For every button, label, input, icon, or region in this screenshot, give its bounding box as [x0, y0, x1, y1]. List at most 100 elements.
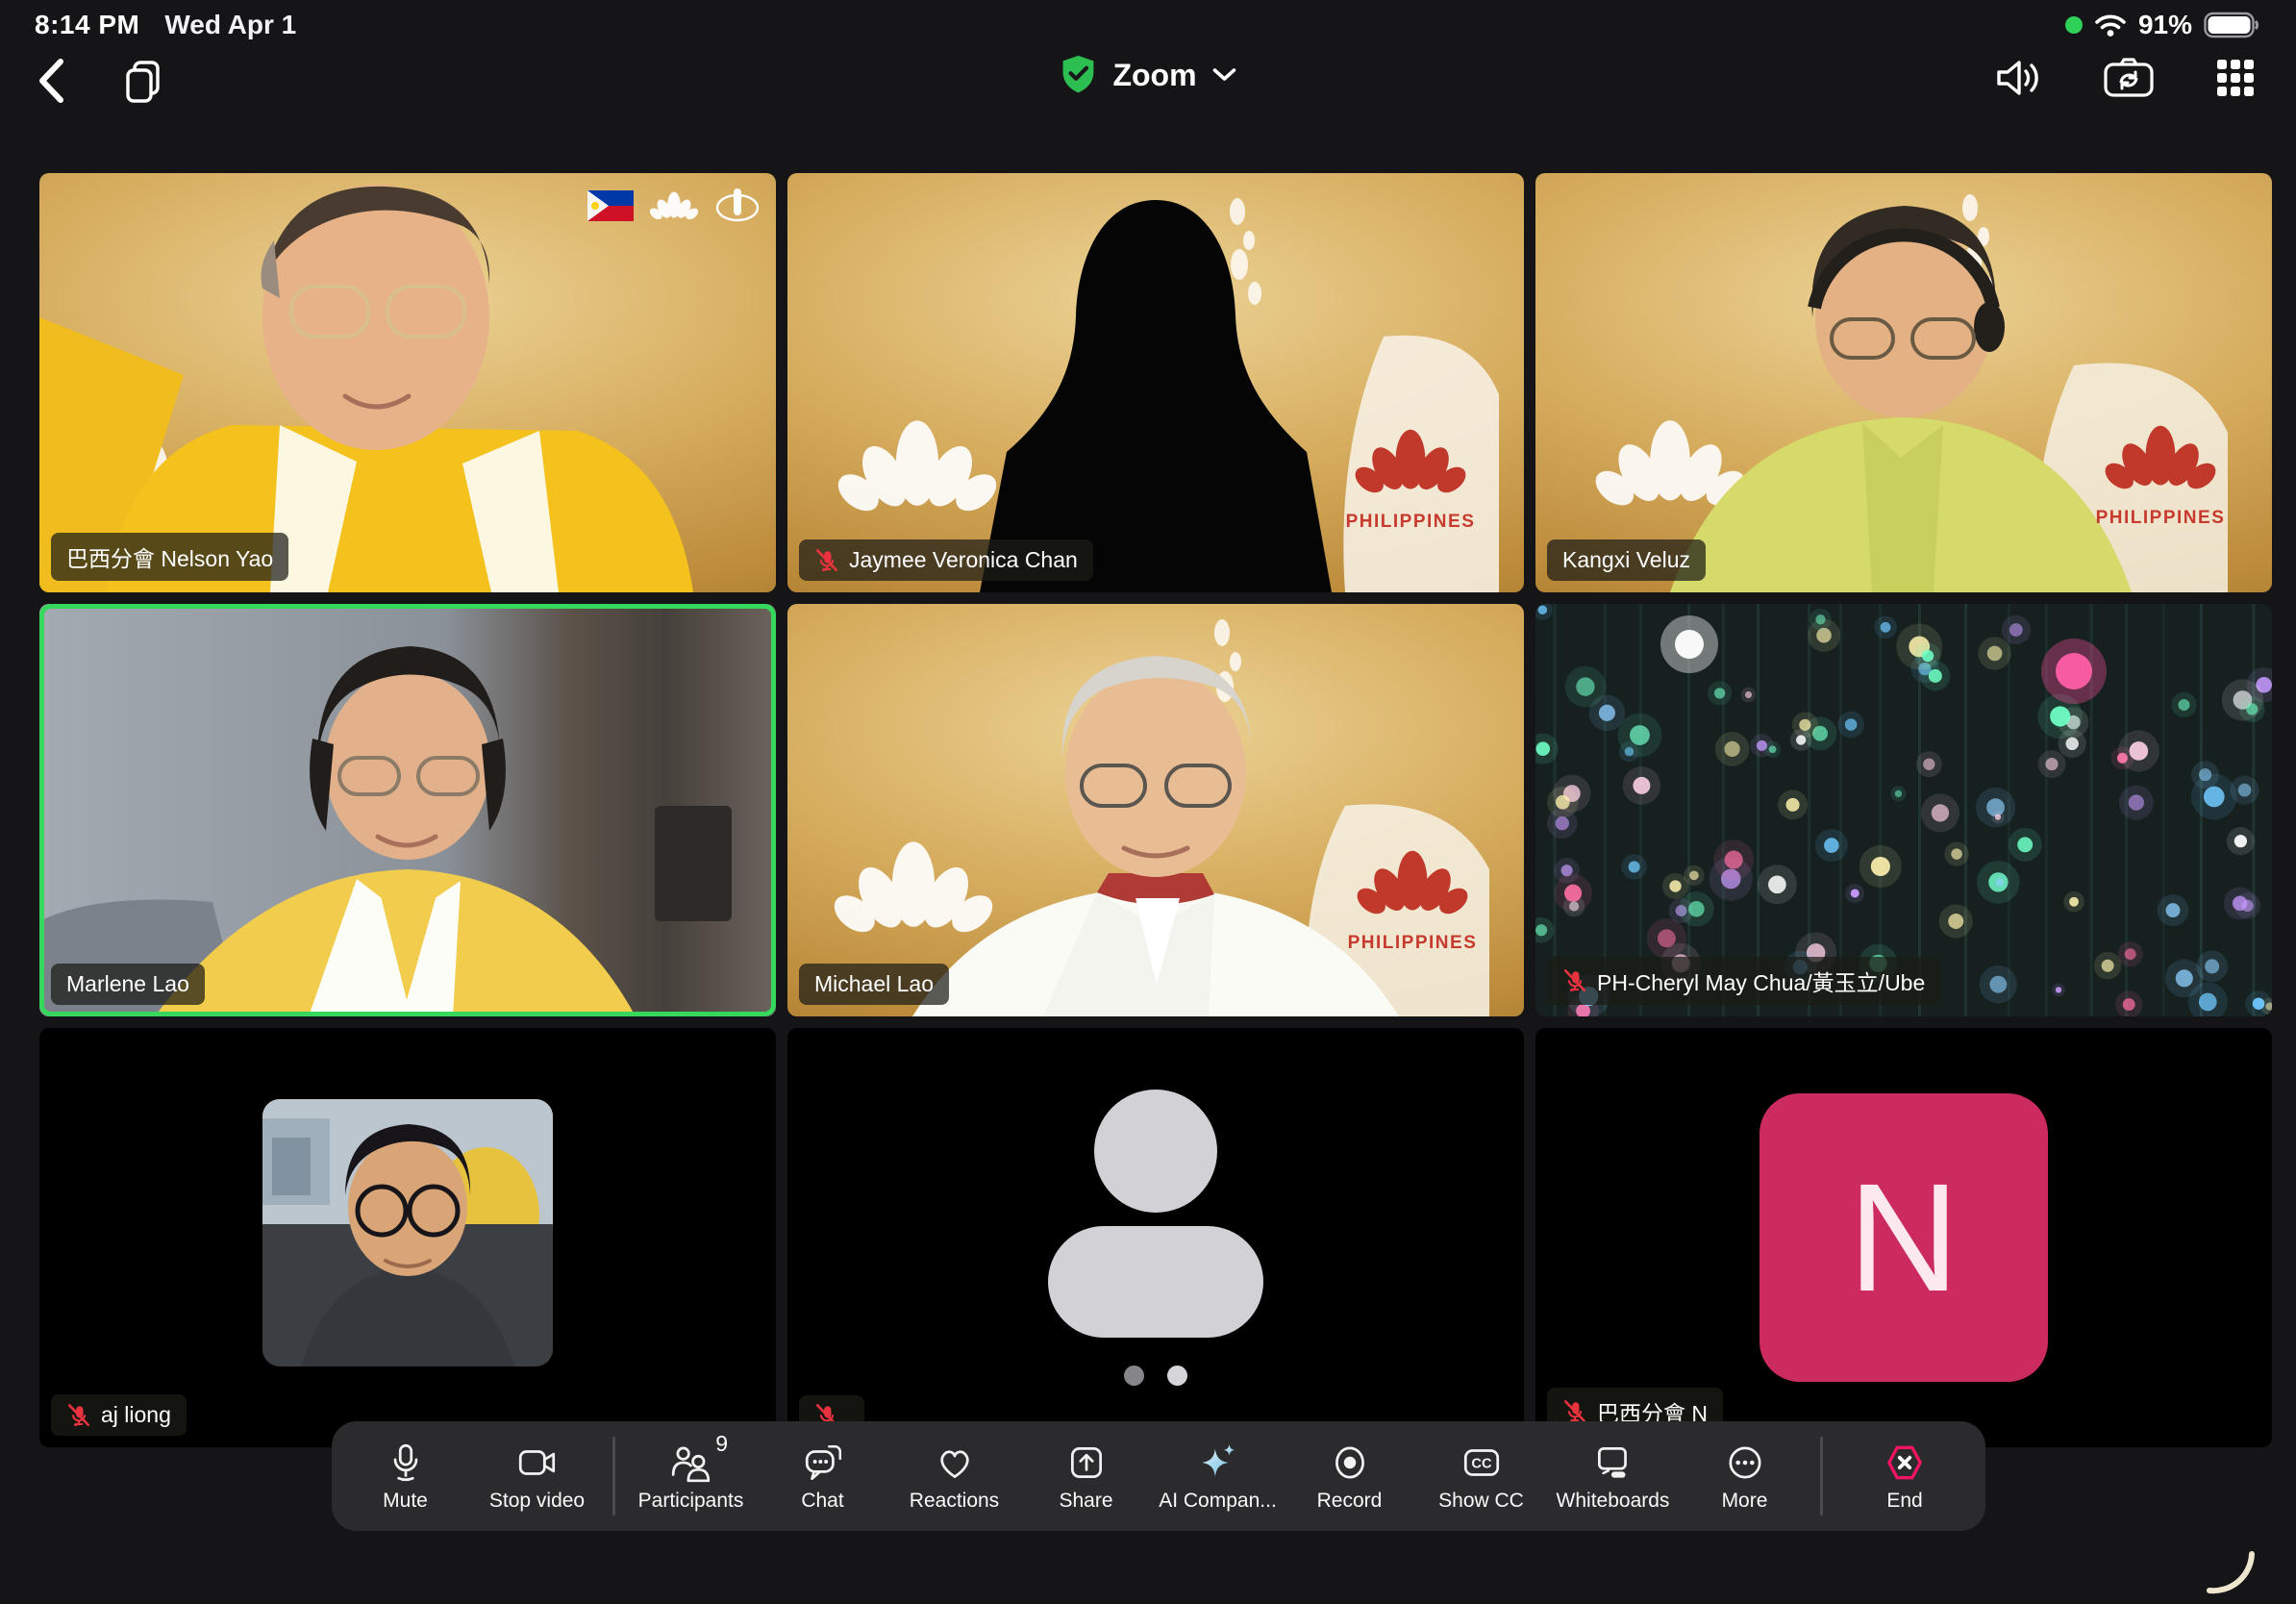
overlapping-windows-icon: [121, 58, 165, 104]
svg-text:CC: CC: [1471, 1456, 1492, 1471]
meeting-top-bar: Zoom: [0, 50, 2296, 112]
toolbar-label: Share: [1059, 1490, 1112, 1513]
record-circle-icon: [1328, 1441, 1372, 1485]
meeting-title: Zoom: [1112, 58, 1196, 93]
participant-name: PH-Cheryl May Chua/黃玉立/Ube: [1597, 965, 1925, 997]
initial-avatar: N: [1759, 1093, 2048, 1382]
toolbar-divider: [1820, 1437, 1823, 1516]
video-tile-marlene-lao[interactable]: Marlene Lao: [39, 604, 776, 1016]
toolbar-label: Mute: [383, 1490, 428, 1513]
participant-name-tag: Jaymee Veronica Chan: [799, 539, 1093, 581]
microphone-icon: [384, 1441, 428, 1485]
toolbar-label: End: [1886, 1490, 1922, 1513]
blia-lotus-logo-icon: [649, 189, 699, 222]
fgs-emblem-icon: [714, 187, 761, 225]
participant-name: aj liong: [101, 1402, 171, 1428]
video-tile-jaymee-chan[interactable]: PHILIPPINES Jaymee Veronica Chan: [787, 173, 1524, 592]
gallery-view-button[interactable]: [2213, 56, 2258, 100]
svg-text:PHILIPPINES: PHILIPPINES: [1348, 933, 1478, 953]
show-cc-button[interactable]: CC Show CC: [1415, 1441, 1547, 1513]
record-button[interactable]: Record: [1284, 1441, 1415, 1513]
end-meeting-button[interactable]: End: [1833, 1441, 1977, 1513]
participant-name-tag: aj liong: [51, 1394, 187, 1436]
philippines-flag-icon: [587, 190, 634, 221]
video-tile-aj-liong[interactable]: aj liong: [39, 1028, 776, 1447]
multitask-windows-button[interactable]: [121, 58, 165, 104]
end-call-hexagon-icon: [1883, 1441, 1927, 1485]
video-tile-michael-lao[interactable]: PHILIPPINES Michael Lao: [787, 604, 1524, 1016]
meeting-toolbar: Mute Stop video 9 Participants: [332, 1421, 1985, 1531]
security-shield-icon: [1059, 54, 1097, 96]
video-grid: 巴西分會 Nelson Yao PHILIPPINES Jaymee Veron…: [39, 173, 2272, 1447]
switch-camera-button[interactable]: [2102, 56, 2156, 100]
video-tile-cheryl-chua[interactable]: PH-Cheryl May Chua/黃玉立/Ube: [1535, 604, 2272, 1016]
mute-button[interactable]: Mute: [339, 1441, 471, 1513]
wifi-icon: [2094, 12, 2127, 38]
participant-video: PHILIPPINES: [787, 173, 1524, 592]
participant-name: Michael Lao: [814, 971, 934, 997]
status-bar: 8:14 PM Wed Apr 1 91%: [0, 8, 2296, 42]
participant-video: PHILIPPINES: [1535, 173, 2272, 592]
toolbar-label: AI Compan...: [1159, 1490, 1277, 1513]
participant-video: [1535, 604, 2272, 1016]
participants-button[interactable]: 9 Participants: [625, 1441, 757, 1513]
share-button[interactable]: Share: [1020, 1441, 1152, 1513]
muted-mic-icon: [1562, 968, 1587, 993]
participant-name-tag: Michael Lao: [799, 964, 949, 1005]
page-dot-1: [1124, 1366, 1144, 1386]
muted-mic-icon: [66, 1403, 91, 1428]
ai-sparkle-icon: [1196, 1441, 1240, 1485]
reactions-button[interactable]: Reactions: [888, 1441, 1020, 1513]
toolbar-label: Stop video: [489, 1490, 585, 1513]
gallery-page-indicator[interactable]: [1124, 1366, 1187, 1386]
person-silhouette-avatar: [1040, 1088, 1271, 1347]
clock-time: 8:14 PM: [35, 10, 139, 40]
muted-mic-icon: [814, 548, 839, 573]
camera-flip-icon: [2102, 56, 2156, 100]
branch-logos: [587, 187, 761, 225]
participants-icon: [669, 1441, 713, 1485]
chevron-left-icon: [35, 56, 67, 106]
toolbar-label: Whiteboards: [1557, 1490, 1670, 1513]
stop-video-button[interactable]: Stop video: [471, 1441, 603, 1513]
meeting-title-menu[interactable]: Zoom: [1059, 54, 1236, 96]
video-tile-unnamed-participant[interactable]: [787, 1028, 1524, 1447]
participant-video: [262, 1099, 553, 1366]
participant-name: Jaymee Veronica Chan: [849, 547, 1078, 573]
chevron-down-icon: [1212, 67, 1237, 83]
participant-video: [39, 173, 776, 592]
toolbar-divider: [612, 1437, 615, 1516]
participant-name-tag: 巴西分會 Nelson Yao: [51, 533, 288, 581]
speaker-output-button[interactable]: [1994, 56, 2044, 100]
grid-view-icon: [2213, 56, 2258, 100]
toolbar-label: Show CC: [1438, 1490, 1524, 1513]
toolbar-label: Chat: [801, 1490, 843, 1513]
closed-captions-icon: CC: [1460, 1441, 1504, 1485]
whiteboards-button[interactable]: Whiteboards: [1547, 1441, 1679, 1513]
more-button[interactable]: More: [1679, 1441, 1810, 1513]
participant-name-tag: Kangxi Veluz: [1547, 539, 1706, 581]
video-camera-icon: [515, 1441, 560, 1485]
video-tile-n-participant[interactable]: N 巴西分會 N: [1535, 1028, 2272, 1447]
toolbar-label: Participants: [638, 1490, 744, 1513]
back-button[interactable]: [35, 56, 67, 106]
ai-companion-button[interactable]: AI Compan...: [1152, 1441, 1284, 1513]
video-tile-nelson-yao[interactable]: 巴西分會 Nelson Yao: [39, 173, 776, 592]
chat-button[interactable]: Chat: [757, 1441, 888, 1513]
speaker-icon: [1994, 56, 2044, 100]
video-tile-kangxi-veluz[interactable]: PHILIPPINES Kangxi Veluz: [1535, 173, 2272, 592]
toolbar-label: Record: [1317, 1490, 1383, 1513]
participant-video: [39, 604, 776, 1016]
camera-in-use-indicator-icon: [2065, 16, 2083, 34]
heart-icon: [933, 1441, 977, 1485]
participant-name-tag: Marlene Lao: [51, 964, 205, 1005]
svg-text:PHILIPPINES: PHILIPPINES: [1346, 512, 1476, 532]
battery-icon: [2204, 11, 2261, 39]
battery-percent: 91%: [2138, 10, 2192, 40]
toolbar-label: More: [1722, 1490, 1768, 1513]
participant-video: PHILIPPINES: [787, 604, 1524, 1016]
avatar-letter: N: [1848, 1161, 1959, 1315]
crescent-icon: [2204, 1546, 2258, 1594]
chat-bubble-icon: [801, 1441, 845, 1485]
page-dot-2: [1167, 1366, 1187, 1386]
